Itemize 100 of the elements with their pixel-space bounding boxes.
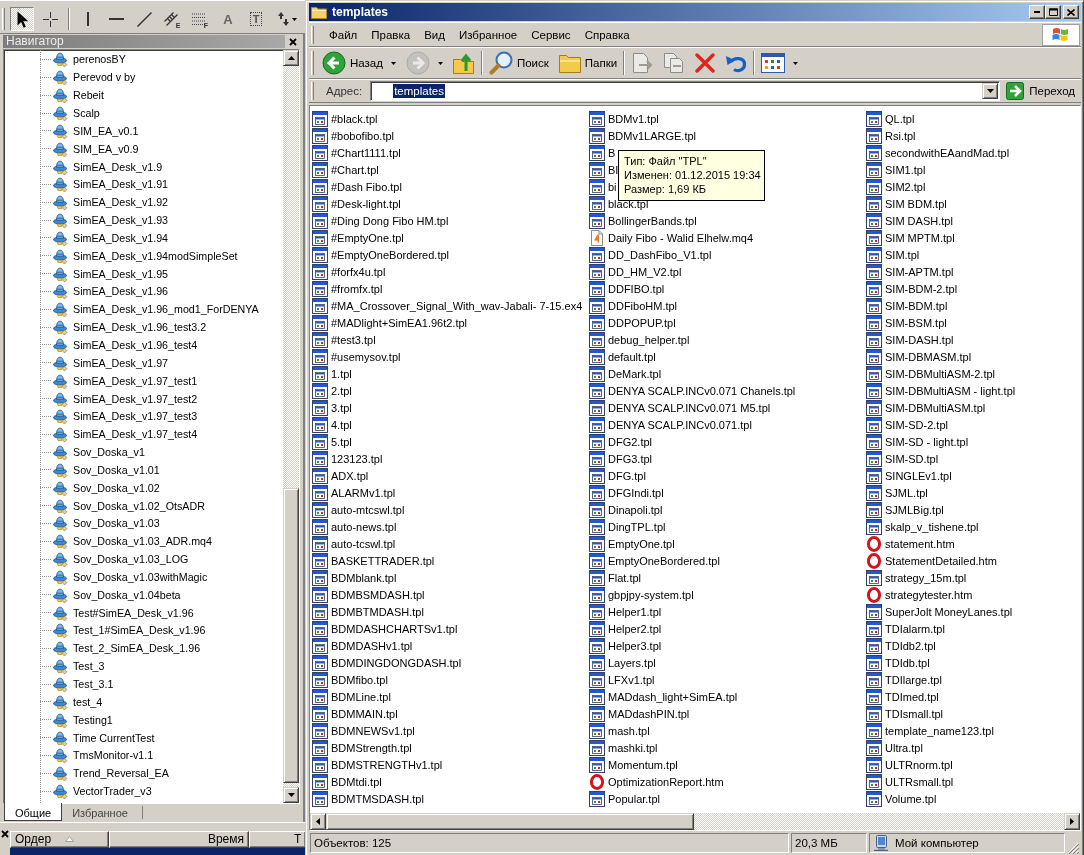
file-item[interactable]: DFG2.tpl <box>589 433 653 450</box>
tree-item[interactable]: Test_1#SimEA_Desk_v1.96 <box>40 621 207 639</box>
file-item[interactable]: DFG.tpl <box>589 467 647 484</box>
menu-item[interactable]: Избранное <box>451 26 525 43</box>
file-item[interactable]: strategy_15m.tpl <box>866 569 968 586</box>
tree-item[interactable]: test_4 <box>40 693 104 711</box>
tab[interactable]: Избранное <box>62 803 138 821</box>
tree-item[interactable]: Sov_Doska_v1.03 <box>40 514 161 532</box>
tree-item[interactable]: Sov_Doska_v1.03withMagic <box>40 568 209 586</box>
file-item[interactable]: Helper2.tpl <box>589 620 663 637</box>
resize-grip-icon[interactable] <box>1067 842 1079 854</box>
file-item[interactable]: DENYA SCALP.INCv0.071 Chanels.tpl <box>589 382 797 399</box>
file-item[interactable]: MADdash_light+SimEA.tpl <box>589 688 739 705</box>
tree-item[interactable]: SimEA_Desk_v1.95 <box>40 265 170 283</box>
file-item[interactable]: mashki.tpl <box>589 739 659 756</box>
file-item[interactable]: DingTPL.tpl <box>589 518 667 535</box>
file-item[interactable]: BI <box>589 161 620 178</box>
maximize-button[interactable] <box>1045 5 1061 19</box>
file-item[interactable]: #Chart.tpl <box>312 161 380 178</box>
file-item[interactable]: BDMStrength.tpl <box>312 739 413 756</box>
minimize-button[interactable] <box>1029 5 1045 19</box>
scroll-thumb[interactable] <box>326 813 694 830</box>
tree-item[interactable]: Test_2_SimEA_Desk_1.96 <box>40 639 202 657</box>
file-item[interactable]: 2.tpl <box>312 382 353 399</box>
file-item[interactable]: SIM-DASH.tpl <box>866 331 955 348</box>
tree-item[interactable]: SimEA_Desk_v1.97_test2 <box>40 390 199 407</box>
file-item[interactable]: auto-news.tpl <box>312 518 398 535</box>
file-item[interactable]: 5.tpl <box>312 433 353 450</box>
file-item[interactable]: Popular.tpl <box>589 790 661 807</box>
file-item[interactable]: B <box>589 144 617 161</box>
tree-item[interactable]: Sov_Doska_v1.04beta <box>40 586 182 604</box>
file-item[interactable]: #Ding Dong Fibo HM.tpl <box>312 212 450 229</box>
file-item[interactable]: #black.tpl <box>312 110 379 127</box>
file-item[interactable]: TDIdb2.tpl <box>866 637 937 654</box>
file-item[interactable]: SIM-SD.tpl <box>866 450 940 467</box>
file-item[interactable]: #fromfx.tpl <box>312 280 384 297</box>
file-item[interactable]: SIM BDM.tpl <box>866 195 948 212</box>
file-item[interactable]: SJMLBig.tpl <box>866 501 945 518</box>
file-item[interactable]: secondwithEAandMad.tpl <box>866 144 1011 161</box>
file-item[interactable]: BDMDASHv1.tpl <box>312 637 414 654</box>
file-item[interactable]: DDFIBO.tpl <box>589 280 666 297</box>
back-button[interactable]: Назад <box>319 49 399 77</box>
file-item[interactable]: BDMDASHCHARTSv1.tpl <box>312 620 459 637</box>
file-item[interactable]: BDMBTMDASH.tpl <box>312 603 425 620</box>
file-item[interactable]: Volume.tpl <box>866 790 938 807</box>
file-item[interactable]: mash.tpl <box>589 722 651 739</box>
file-item[interactable]: #EmptyOneBordered.tpl <box>312 246 450 263</box>
tree-item[interactable]: Sov_Doska_v1.03_ADR.mq4 <box>40 532 213 550</box>
search-button[interactable]: Поиск <box>485 49 552 77</box>
menu-item[interactable]: Справка <box>577 26 637 43</box>
tree-item[interactable]: SIM_EA_v0.1 <box>40 122 140 140</box>
file-item[interactable]: default.tpl <box>589 348 657 365</box>
tree-item[interactable]: SimEA_Desk_v1.96_mod1_ForDENYA <box>40 300 260 318</box>
file-item[interactable]: SIM-DBMASM.tpl <box>866 348 973 365</box>
file-item[interactable]: SIM-SD-2.tpl <box>866 416 949 433</box>
tree-item[interactable]: Testing1 <box>40 711 114 729</box>
file-item[interactable]: Dinapoli.tpl <box>589 501 664 518</box>
file-item[interactable]: Helper1.tpl <box>589 603 663 620</box>
file-item[interactable]: ULTRnorm.tpl <box>866 756 954 773</box>
tree-item[interactable]: SimEA_Desk_v1.94 <box>40 229 170 247</box>
file-item[interactable]: DENYA SCALP.INCv0.071 M5.tpl <box>589 399 772 416</box>
file-item[interactable]: SIM-DBMultiASM-2.tpl <box>866 365 997 382</box>
file-item[interactable]: BDMblank.tpl <box>312 569 398 586</box>
file-item[interactable]: BDMfibo.tpl <box>312 671 389 688</box>
file-item[interactable]: ADX.tpl <box>312 467 370 484</box>
tree-item[interactable]: Sov_Doska_v1.02_OtsADR <box>40 497 206 515</box>
tree-item[interactable]: SimEA_Desk_v1.96_test3.2 <box>40 318 208 336</box>
file-item[interactable]: BDMMAIN.tpl <box>312 705 399 722</box>
tree-item[interactable]: Test#SimEA_Desk_v1.96 <box>40 604 195 622</box>
tree-item[interactable]: TmsMonitor-v1.1 <box>40 746 155 764</box>
file-item[interactable]: QL.tpl <box>866 110 916 127</box>
file-item[interactable]: SIM.tpl <box>866 246 921 263</box>
file-item[interactable]: SIM MPTM.tpl <box>866 229 956 246</box>
file-item[interactable]: Ultra.tpl <box>866 739 924 756</box>
tree-item[interactable]: SimEA_Desk_v1.97 <box>40 354 170 372</box>
tree-item[interactable]: SimEA_Desk_v1.97_test4 <box>40 425 199 443</box>
file-item[interactable]: auto-tcswl.tpl <box>312 535 397 552</box>
file-item[interactable]: MADdashPIN.tpl <box>589 705 691 722</box>
file-item[interactable]: SIM-BSM.tpl <box>866 314 948 331</box>
file-item[interactable]: EmptyOne.tpl <box>589 535 676 552</box>
tree-item[interactable]: SimEA_Desk_v1.97_test1 <box>40 372 199 390</box>
file-item[interactable]: template_name123.tpl <box>866 722 995 739</box>
file-item[interactable]: BDMtdi.tpl <box>312 773 383 790</box>
file-item[interactable]: DENYA SCALP.INCv0.071.tpl <box>589 416 753 433</box>
tree-item[interactable]: SimEA_Desk_v1.92 <box>40 193 170 211</box>
file-item[interactable]: EmptyOneBordered.tpl <box>589 552 721 569</box>
file-item[interactable]: bi <box>589 178 618 195</box>
file-item[interactable]: BDMv1LARGE.tpl <box>589 127 698 144</box>
vertical-scrollbar[interactable] <box>283 49 299 803</box>
menu-item[interactable]: Вид <box>417 26 452 43</box>
file-item[interactable]: BDMNEWSv1.tpl <box>312 722 416 739</box>
close-button[interactable] <box>1063 5 1079 19</box>
file-item[interactable]: gbpjpy-system.tpl <box>589 586 695 603</box>
file-item[interactable]: #Chart1111.tpl <box>312 144 402 161</box>
text-label-button[interactable]: T <box>244 7 268 32</box>
column-header[interactable]: Время <box>109 830 249 848</box>
tree-item[interactable]: Sov_Doska_v1 <box>40 443 146 461</box>
file-item[interactable]: Momentum.tpl <box>589 756 679 773</box>
tree-item[interactable]: Time CurrentTest <box>40 729 156 747</box>
file-item[interactable]: #Desk-light.tpl <box>312 195 402 212</box>
